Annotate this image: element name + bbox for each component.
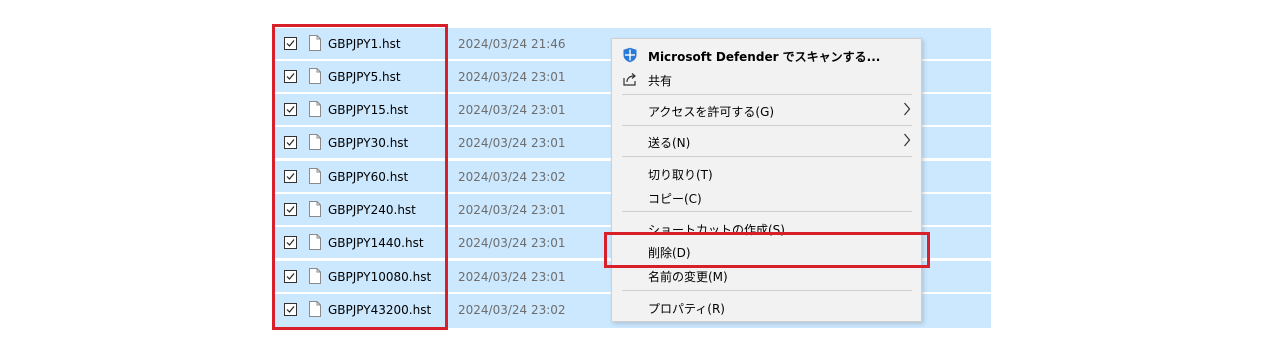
menu-item-label: 共有 xyxy=(648,74,673,88)
shield-icon xyxy=(623,47,637,63)
menu-separator xyxy=(622,156,912,157)
menu-item-copy[interactable]: コピー(C) xyxy=(612,185,921,209)
menu-item-label: 名前の変更(M) xyxy=(648,270,728,284)
checkmark-icon xyxy=(286,139,295,146)
file-date: 2024/03/24 23:01 xyxy=(458,236,566,250)
file-name: GBPJPY1.hst xyxy=(328,37,401,51)
checkmark-icon xyxy=(286,306,295,313)
menu-item-label: 削除(D) xyxy=(648,246,691,260)
context-menu: Microsoft Defender でスキャンする... 共有 アクセスを許可… xyxy=(611,38,922,322)
file-date: 2024/03/24 23:01 xyxy=(458,103,566,117)
file-name: GBPJPY30.hst xyxy=(328,136,409,150)
file-date: 2024/03/24 23:02 xyxy=(458,303,566,317)
document-icon xyxy=(309,268,321,284)
document-icon xyxy=(309,168,321,184)
file-name: GBPJPY10080.hst xyxy=(328,270,432,284)
chevron-right-icon xyxy=(904,133,911,147)
checkmark-icon xyxy=(286,173,295,180)
row-checkbox[interactable] xyxy=(284,37,297,50)
document-icon xyxy=(309,101,321,117)
row-checkbox[interactable] xyxy=(284,70,297,83)
document-icon xyxy=(309,201,321,217)
file-date: 2024/03/24 23:01 xyxy=(458,270,566,284)
row-checkbox[interactable] xyxy=(284,136,297,149)
file-name: GBPJPY43200.hst xyxy=(328,303,432,317)
menu-item-delete[interactable]: 削除(D) xyxy=(612,239,921,263)
menu-item-create-shortcut[interactable]: ショートカットの作成(S) xyxy=(612,216,921,240)
menu-item-send-to[interactable]: 送る(N) xyxy=(612,129,921,153)
document-icon xyxy=(309,134,321,150)
file-name: GBPJPY60.hst xyxy=(328,170,409,184)
menu-item-label: プロパティ(R) xyxy=(648,302,725,316)
menu-item-share[interactable]: 共有 xyxy=(612,67,921,91)
menu-item-cut[interactable]: 切り取り(T) xyxy=(612,161,921,185)
checkmark-icon xyxy=(286,206,295,213)
checkmark-icon xyxy=(286,273,295,280)
menu-separator xyxy=(622,211,912,212)
file-date: 2024/03/24 21:46 xyxy=(458,37,566,51)
file-name: GBPJPY240.hst xyxy=(328,203,416,217)
menu-item-label: コピー(C) xyxy=(648,192,702,206)
menu-item-label: ショートカットの作成(S) xyxy=(648,223,785,237)
chevron-right-icon xyxy=(904,102,911,116)
row-checkbox[interactable] xyxy=(284,270,297,283)
file-name: GBPJPY15.hst xyxy=(328,103,409,117)
row-checkbox[interactable] xyxy=(284,170,297,183)
checkmark-icon xyxy=(286,239,295,246)
menu-item-give-access[interactable]: アクセスを許可する(G) xyxy=(612,98,921,122)
menu-item-properties[interactable]: プロパティ(R) xyxy=(612,295,921,319)
document-icon xyxy=(309,35,321,51)
document-icon xyxy=(309,234,321,250)
menu-item-label: アクセスを許可する(G) xyxy=(648,105,775,119)
row-checkbox[interactable] xyxy=(284,103,297,116)
checkmark-icon xyxy=(286,40,295,47)
file-name: GBPJPY1440.hst xyxy=(328,236,424,250)
menu-item-label: 送る(N) xyxy=(648,136,691,150)
menu-separator xyxy=(622,290,912,291)
file-date: 2024/03/24 23:01 xyxy=(458,203,566,217)
file-name: GBPJPY5.hst xyxy=(328,70,401,84)
file-date: 2024/03/24 23:01 xyxy=(458,70,566,84)
menu-item-rename[interactable]: 名前の変更(M) xyxy=(612,263,921,287)
document-icon xyxy=(309,301,321,317)
checkmark-icon xyxy=(286,73,295,80)
menu-item-label: Microsoft Defender でスキャンする... xyxy=(648,50,881,64)
menu-item-label: 切り取り(T) xyxy=(648,168,713,182)
row-checkbox[interactable] xyxy=(284,303,297,316)
file-date: 2024/03/24 23:01 xyxy=(458,136,566,150)
document-icon xyxy=(309,68,321,84)
menu-separator xyxy=(622,94,912,95)
row-checkbox[interactable] xyxy=(284,236,297,249)
row-checkbox[interactable] xyxy=(284,203,297,216)
file-date: 2024/03/24 23:02 xyxy=(458,170,566,184)
menu-item-defender-scan[interactable]: Microsoft Defender でスキャンする... xyxy=(612,43,921,67)
menu-separator xyxy=(622,125,912,126)
checkmark-icon xyxy=(286,106,295,113)
share-icon xyxy=(623,73,636,86)
